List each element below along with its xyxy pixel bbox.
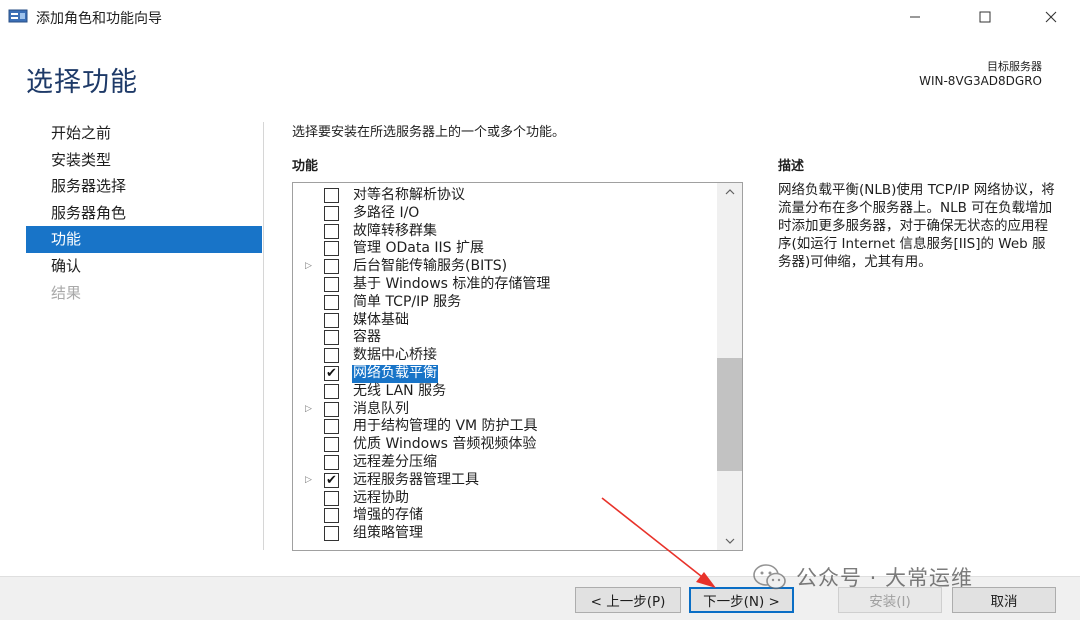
feature-row[interactable]: 容器 [293, 329, 717, 347]
feature-row[interactable]: 数据中心桥接 [293, 347, 717, 365]
feature-checkbox[interactable] [324, 188, 339, 203]
feature-label[interactable]: 容器 [352, 329, 382, 347]
previous-button[interactable]: < 上一步(P) [575, 587, 681, 613]
wechat-icon [753, 564, 786, 590]
feature-label[interactable]: 增强的存储 [352, 507, 424, 525]
feature-label[interactable]: 简单 TCP/IP 服务 [352, 294, 462, 312]
feature-label[interactable]: 消息队列 [352, 401, 410, 419]
feature-label[interactable]: 管理 OData IIS 扩展 [352, 240, 485, 258]
nav-item-server-selection[interactable]: 服务器选择 [26, 173, 262, 200]
feature-checkbox[interactable] [324, 241, 339, 257]
feature-label[interactable]: 后台智能传输服务(BITS) [352, 258, 508, 276]
nav-item-before-you-begin[interactable]: 开始之前 [26, 120, 262, 147]
maximize-icon [979, 11, 991, 23]
feature-checkbox[interactable] [324, 526, 339, 542]
feature-checkbox[interactable] [324, 312, 339, 328]
feature-checkbox[interactable] [324, 348, 339, 364]
close-button[interactable] [1028, 4, 1074, 30]
feature-checkbox[interactable] [324, 455, 339, 470]
scroll-thumb[interactable] [717, 357, 742, 471]
description-heading: 描述 [778, 159, 805, 174]
target-server-value: WIN-8VG3AD8DGRO [919, 74, 1042, 88]
description-text: 网络负载平衡(NLB)使用 TCP/IP 网络协议，将流量分布在多个服务器上。N… [778, 182, 1055, 270]
expand-arrow-icon[interactable]: ▷ [305, 261, 312, 271]
nav-item-features[interactable]: 功能 [26, 226, 262, 253]
feature-row[interactable]: ▷ 后台智能传输服务(BITS) [293, 258, 717, 276]
scroll-up-button[interactable] [717, 183, 742, 201]
minimize-icon [910, 16, 920, 18]
expand-arrow-icon[interactable]: ▷ [305, 475, 312, 485]
watermark-text: 公众号 · 大常运维 [796, 566, 974, 590]
maximize-button[interactable] [962, 4, 1008, 30]
feature-checkbox[interactable] [324, 419, 339, 435]
nav-item-server-roles[interactable]: 服务器角色 [26, 200, 262, 227]
feature-row[interactable]: 基于 Windows 标准的存储管理 [293, 276, 717, 294]
feature-label[interactable]: 组策略管理 [352, 525, 424, 543]
feature-checkbox[interactable] [324, 508, 339, 524]
instruction-text: 选择要安装在所选服务器上的一个或多个功能。 [292, 125, 566, 140]
nav-item-results: 结果 [51, 283, 82, 302]
feature-checkbox[interactable]: ✔ [324, 472, 339, 488]
feature-row[interactable]: 优质 Windows 音频视频体验 [293, 436, 717, 454]
annotation-arrow [601, 497, 716, 588]
feature-label[interactable]: 基于 Windows 标准的存储管理 [352, 276, 551, 294]
server-manager-icon [8, 9, 28, 23]
feature-checkbox[interactable] [324, 294, 339, 310]
feature-label[interactable]: 网络负载平衡 [352, 365, 438, 383]
feature-row[interactable]: 简单 TCP/IP 服务 [293, 294, 717, 312]
feature-row[interactable]: 远程差分压缩 [293, 454, 717, 472]
feature-label[interactable]: 数据中心桥接 [352, 347, 438, 365]
feature-checkbox[interactable] [324, 205, 339, 221]
feature-label[interactable]: 优质 Windows 音频视频体验 [352, 436, 537, 454]
feature-row[interactable]: 无线 LAN 服务 [293, 383, 717, 401]
window-title: 添加角色和功能向导 [36, 11, 162, 27]
feature-label[interactable]: 对等名称解析协议 [352, 187, 466, 205]
feature-row[interactable]: 管理 OData IIS 扩展 [293, 240, 717, 258]
feature-checkbox[interactable] [324, 259, 339, 275]
feature-row[interactable]: 多路径 I/O [293, 205, 717, 223]
feature-label[interactable]: 无线 LAN 服务 [352, 383, 447, 401]
feature-label[interactable]: 远程协助 [352, 490, 410, 508]
feature-label[interactable]: 媒体基础 [352, 312, 410, 330]
feature-row[interactable]: 媒体基础 [293, 312, 717, 330]
feature-checkbox[interactable] [324, 223, 339, 239]
page-title: 选择功能 [26, 67, 138, 98]
nav-item-confirmation[interactable]: 确认 [26, 253, 262, 280]
title-bar: 添加角色和功能向导 [0, 0, 1080, 34]
feature-row[interactable]: ▷ 消息队列 [293, 401, 717, 419]
feature-label[interactable]: 远程服务器管理工具 [352, 472, 480, 490]
feature-label[interactable]: 故障转移群集 [352, 223, 438, 241]
feature-checkbox[interactable] [324, 437, 339, 453]
chevron-up-icon [725, 189, 734, 195]
feature-checkbox[interactable] [324, 330, 339, 346]
feature-row[interactable]: ▷ ✔ 远程服务器管理工具 [293, 472, 717, 490]
feature-row[interactable]: 用于结构管理的 VM 防护工具 [293, 418, 717, 436]
expand-arrow-icon[interactable]: ▷ [305, 404, 312, 414]
watermark: 公众号 · 大常运维 [752, 562, 973, 592]
feature-row[interactable]: ✔ 网络负载平衡 [293, 365, 717, 383]
feature-label[interactable]: 远程差分压缩 [352, 454, 438, 472]
feature-checkbox[interactable] [324, 277, 339, 292]
feature-checkbox[interactable]: ✔ [324, 366, 339, 381]
feature-checkbox[interactable] [324, 490, 339, 506]
target-server-label: 目标服务器 [987, 60, 1042, 73]
nav-item-installation-type[interactable]: 安装类型 [26, 147, 262, 174]
feature-row[interactable]: 故障转移群集 [293, 223, 717, 241]
minimize-button[interactable] [892, 4, 938, 30]
wizard-nav: 开始之前 安装类型 服务器选择 服务器角色 功能 确认 结果 [26, 120, 262, 306]
features-heading: 功能 [292, 159, 319, 174]
feature-checkbox[interactable] [324, 383, 339, 399]
feature-checkbox[interactable] [324, 401, 339, 417]
nav-divider [263, 122, 264, 550]
feature-label[interactable]: 用于结构管理的 VM 防护工具 [352, 418, 539, 436]
feature-label[interactable]: 多路径 I/O [352, 205, 420, 223]
feature-row[interactable]: 对等名称解析协议 [293, 187, 717, 205]
close-icon [1045, 11, 1057, 23]
